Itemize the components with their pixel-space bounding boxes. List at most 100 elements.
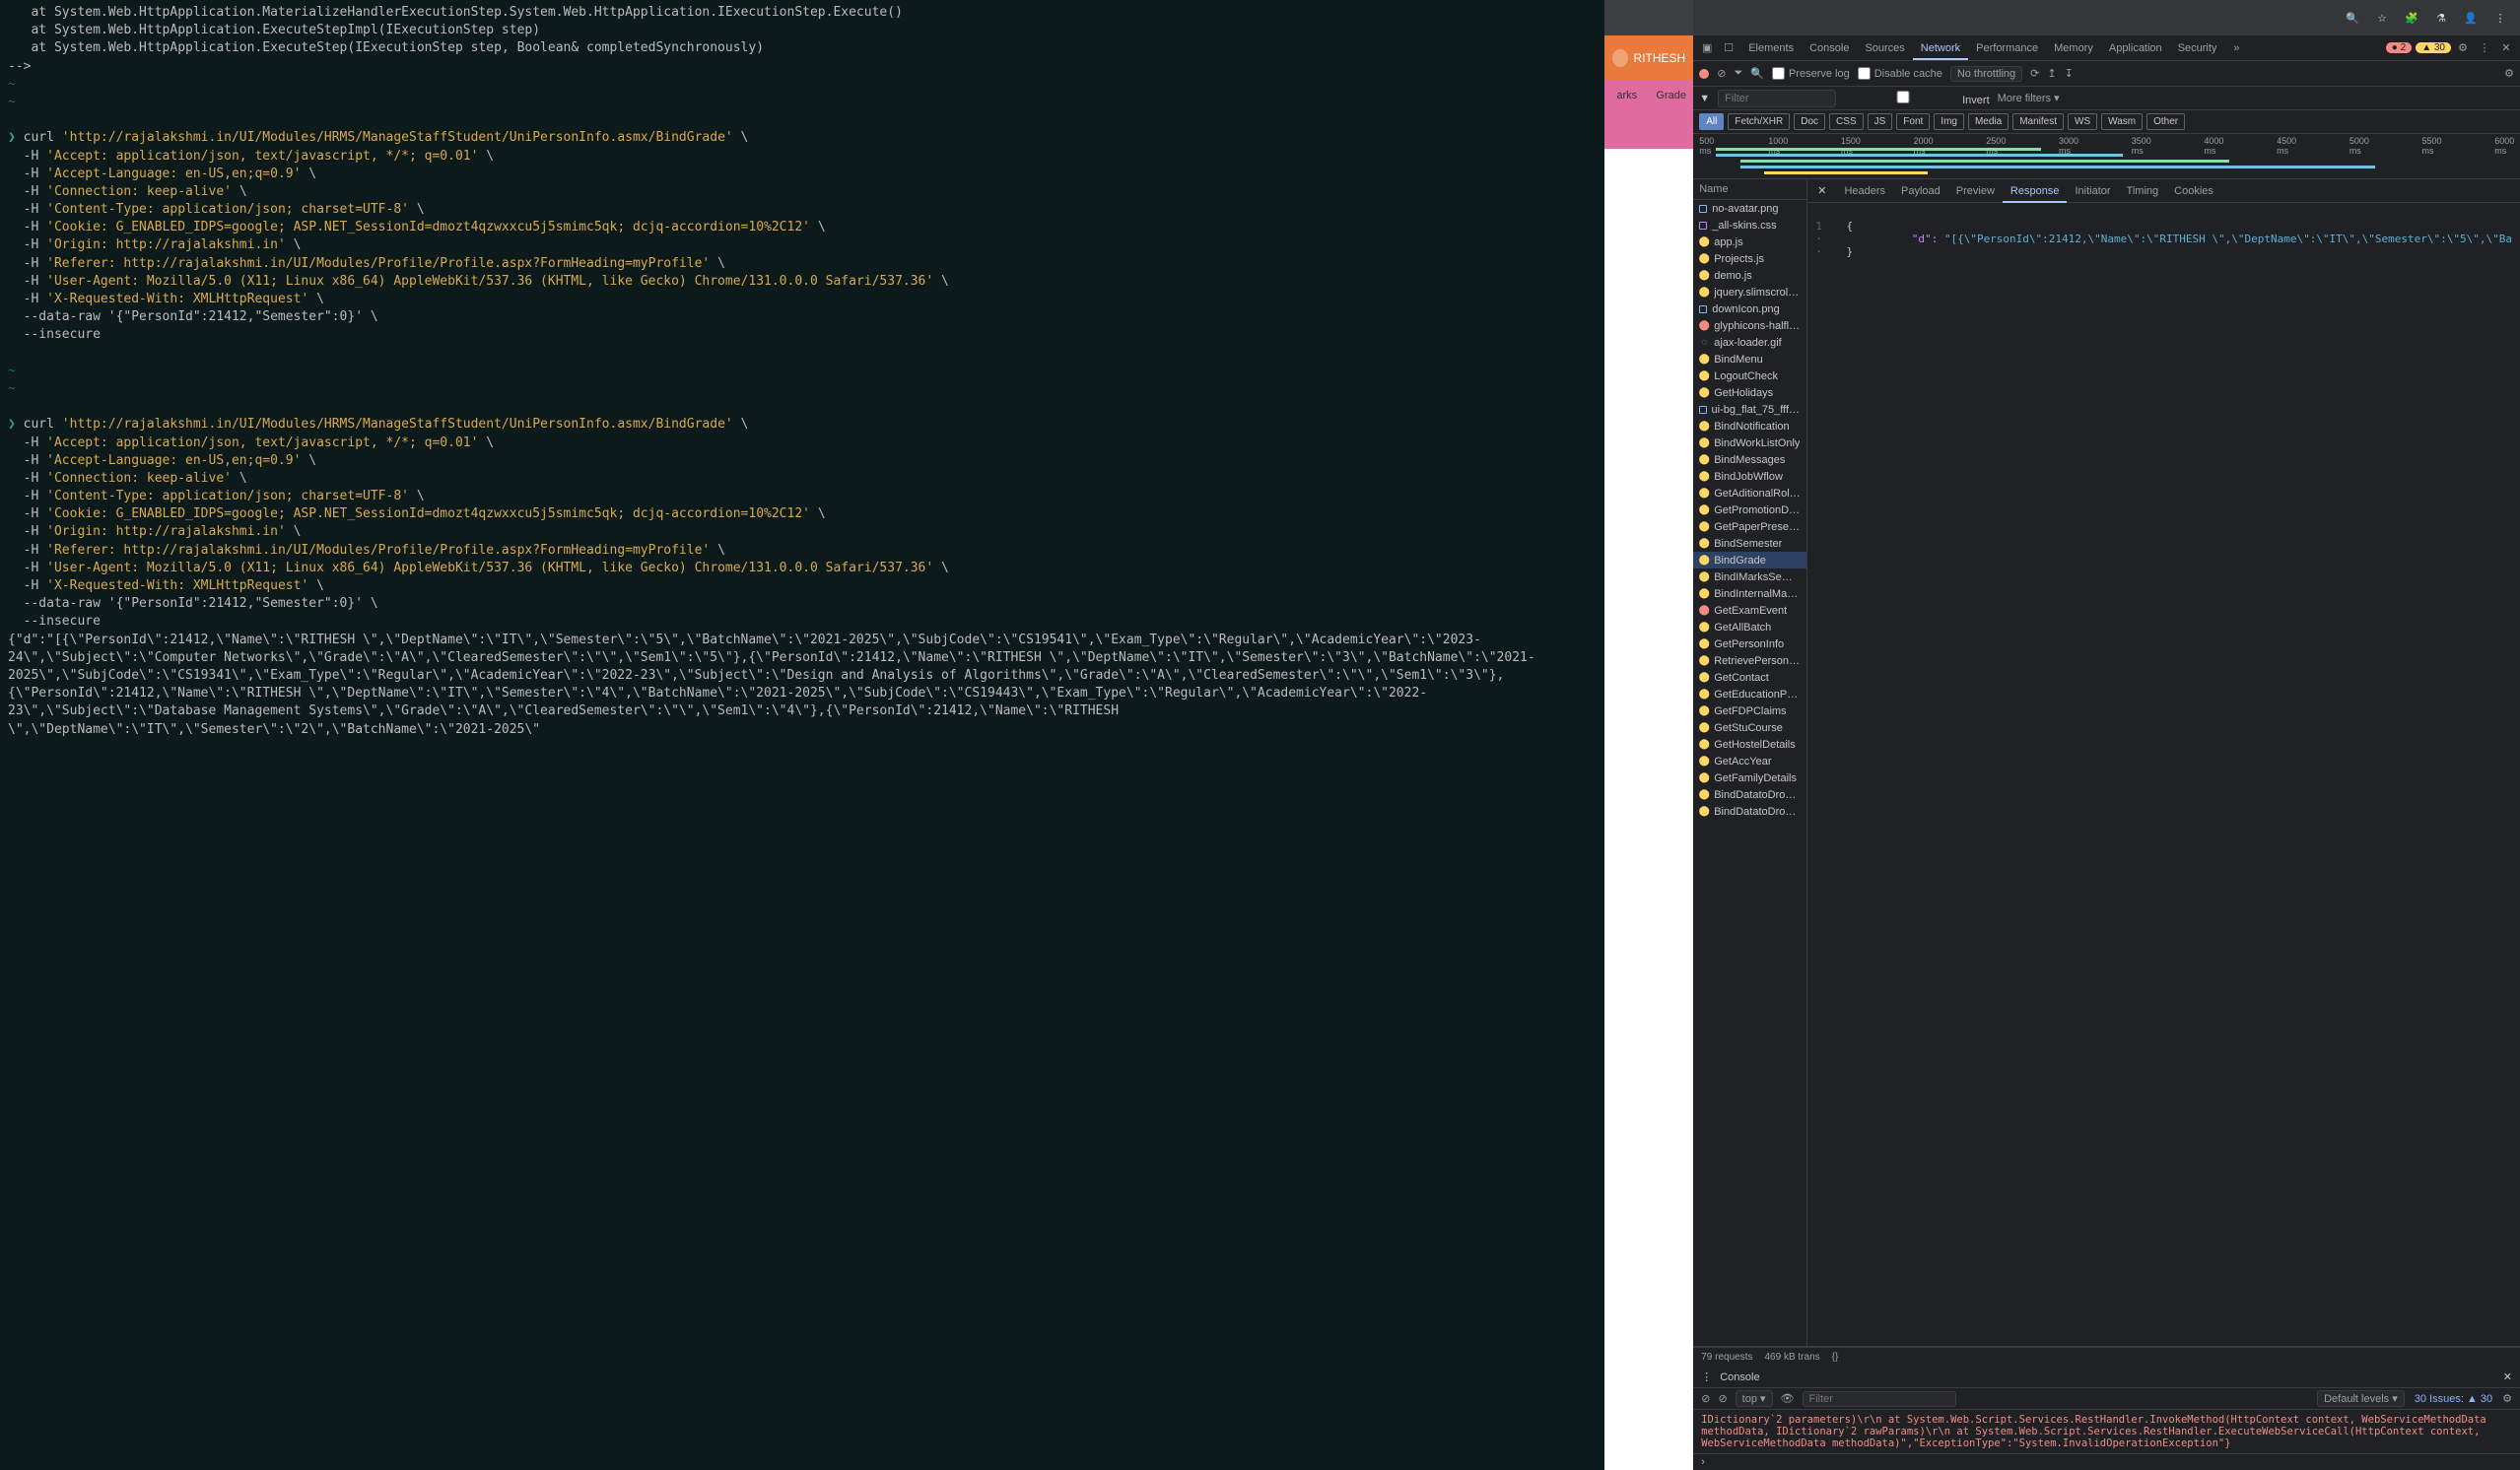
request-row[interactable]: ⬤GetHostelDetails: [1693, 736, 1806, 753]
request-row[interactable]: ⬤Projects.js: [1693, 250, 1806, 267]
upload-icon[interactable]: ↥: [2047, 67, 2056, 80]
tab-performance[interactable]: Performance: [1968, 38, 2046, 58]
console-clear-icon[interactable]: ⊘: [1701, 1392, 1710, 1405]
funnel-icon[interactable]: ▼: [1699, 93, 1710, 104]
page-tabs[interactable]: arks Grade: [1604, 80, 1693, 149]
filter-chip-css[interactable]: CSS: [1829, 113, 1864, 130]
device-icon[interactable]: ☐: [1719, 41, 1738, 54]
filter-chip-ws[interactable]: WS: [2068, 113, 2097, 130]
eye-icon[interactable]: 👁: [1781, 1392, 1795, 1405]
request-row[interactable]: ⬤GetStuCourse: [1693, 719, 1806, 736]
timeline[interactable]: 500 ms1000 ms1500 ms2000 ms2500 ms3000 m…: [1693, 134, 2520, 179]
filter-chip-fetch-xhr[interactable]: Fetch/XHR: [1728, 113, 1790, 130]
close-detail-icon[interactable]: ✕: [1811, 184, 1832, 197]
request-row[interactable]: ⬤RetrievePersonPhoto: [1693, 652, 1806, 669]
request-row[interactable]: ⬤BindSemester: [1693, 535, 1806, 552]
filter-chip-all[interactable]: All: [1699, 113, 1724, 130]
labs-icon[interactable]: ⚗: [2433, 10, 2449, 26]
detail-tab-payload[interactable]: Payload: [1893, 181, 1948, 201]
request-row[interactable]: ⬤app.js: [1693, 234, 1806, 250]
tab-application[interactable]: Application: [2101, 38, 2170, 58]
filter-icon[interactable]: ⏷: [1734, 67, 1742, 80]
request-row[interactable]: ui-bg_flat_75_ffffff_...: [1693, 401, 1806, 418]
request-row[interactable]: ⬤BindJobWflow: [1693, 468, 1806, 485]
filter-chip-media[interactable]: Media: [1968, 113, 2009, 130]
detail-tab-headers[interactable]: Headers: [1836, 181, 1893, 201]
terminal-pane[interactable]: at System.Web.HttpApplication.Materializ…: [0, 0, 1604, 1470]
more-filters[interactable]: More filters ▾: [1998, 92, 2060, 104]
request-row[interactable]: ⬤BindDatatoDropdown: [1693, 786, 1806, 803]
request-row[interactable]: ⬤LogoutCheck: [1693, 368, 1806, 384]
clear-icon[interactable]: ⊘: [1717, 67, 1726, 80]
kebab-icon[interactable]: ⋮: [2475, 41, 2494, 54]
filter-input[interactable]: [1718, 90, 1836, 107]
request-row[interactable]: ⬤BindGrade: [1693, 552, 1806, 568]
console-scope-select[interactable]: top ▾: [1736, 1390, 1773, 1407]
error-badge[interactable]: ● 2: [2386, 42, 2412, 53]
request-row[interactable]: ⬤GetHolidays: [1693, 384, 1806, 401]
issues-link[interactable]: 30 Issues: ▲ 30: [2415, 1393, 2492, 1405]
inspect-icon[interactable]: ▣: [1697, 41, 1717, 54]
request-row[interactable]: ⬤BindDatatoDropdown: [1693, 803, 1806, 820]
request-row[interactable]: _all-skins.css: [1693, 217, 1806, 234]
request-row[interactable]: ⬤GetPromotionDetail: [1693, 501, 1806, 518]
filter-chip-img[interactable]: Img: [1934, 113, 1964, 130]
request-row[interactable]: ⬤GetPersonInfo: [1693, 635, 1806, 652]
more-tabs-icon[interactable]: »: [2226, 42, 2246, 54]
request-row[interactable]: ⬤GetAditionalRoleDe...: [1693, 485, 1806, 501]
request-row[interactable]: ⬤demo.js: [1693, 267, 1806, 284]
request-row[interactable]: ⬤BindNotification: [1693, 418, 1806, 434]
search-icon[interactable]: 🔍: [2345, 10, 2360, 26]
request-row[interactable]: ◌ajax-loader.gif: [1693, 334, 1806, 351]
request-row[interactable]: ⬤BindMenu: [1693, 351, 1806, 368]
console-output[interactable]: IDictionary`2 parameters)\r\n at System.…: [1693, 1410, 2520, 1453]
name-column-header[interactable]: Name: [1693, 179, 1806, 200]
request-row[interactable]: ⬤GetExamEvent: [1693, 602, 1806, 619]
detail-tab-response[interactable]: Response: [2003, 181, 2068, 203]
detail-tab-timing[interactable]: Timing: [2119, 181, 2167, 201]
wifi-icon[interactable]: ⟳: [2030, 67, 2039, 80]
console-prompt[interactable]: ›: [1693, 1453, 2520, 1470]
download-icon[interactable]: ↧: [2065, 67, 2074, 80]
request-row[interactable]: ⬤BindWorkListOnly: [1693, 434, 1806, 451]
record-icon[interactable]: [1699, 69, 1709, 79]
warn-badge[interactable]: ▲ 30: [2416, 42, 2451, 53]
request-row[interactable]: ⬤GetAccYear: [1693, 753, 1806, 769]
filter-chip-manifest[interactable]: Manifest: [2012, 113, 2064, 130]
tab-marks[interactable]: arks: [1604, 90, 1649, 101]
request-row[interactable]: downIcon.png: [1693, 301, 1806, 317]
request-row[interactable]: ⬤jquery.slimscroll.mi...: [1693, 284, 1806, 301]
request-row[interactable]: ⬤GetPaperPresentation: [1693, 518, 1806, 535]
tab-security[interactable]: Security: [2170, 38, 2225, 58]
console-filter-input[interactable]: [1803, 1391, 1956, 1407]
throttling-select[interactable]: No throttling: [1950, 66, 2022, 82]
tab-elements[interactable]: Elements: [1740, 38, 1802, 58]
request-list[interactable]: Name no-avatar.png_all-skins.css⬤app.js⬤…: [1693, 179, 1807, 1346]
detail-tab-cookies[interactable]: Cookies: [2166, 181, 2221, 201]
request-row[interactable]: ⬤BindMessages: [1693, 451, 1806, 468]
filter-chip-font[interactable]: Font: [1896, 113, 1930, 130]
console-stop-icon[interactable]: ⊘: [1718, 1392, 1727, 1405]
braces-icon[interactable]: {}: [1832, 1352, 1839, 1363]
tab-grade[interactable]: Grade: [1649, 90, 1693, 101]
close-icon[interactable]: ✕: [2496, 41, 2516, 54]
disable-cache-checkbox[interactable]: Disable cache: [1858, 67, 1942, 80]
console-settings-icon[interactable]: ⚙: [2502, 1392, 2512, 1405]
request-row[interactable]: ⬤GetEducationProfile: [1693, 686, 1806, 702]
menu-icon[interactable]: ⋮: [2492, 10, 2508, 26]
network-settings-icon[interactable]: ⚙: [2504, 67, 2514, 80]
detail-tab-preview[interactable]: Preview: [1948, 181, 2003, 201]
request-row[interactable]: ⬤GetFDPClaims: [1693, 702, 1806, 719]
levels-select[interactable]: Default levels ▾: [2317, 1390, 2405, 1407]
filter-chip-other[interactable]: Other: [2146, 113, 2185, 130]
console-kebab-icon[interactable]: ⋮: [1701, 1370, 1712, 1383]
search-icon[interactable]: 🔍: [1750, 67, 1764, 80]
star-icon[interactable]: ☆: [2374, 10, 2390, 26]
request-row[interactable]: ⬤GetAllBatch: [1693, 619, 1806, 635]
console-close-icon[interactable]: ✕: [2503, 1370, 2512, 1383]
request-row[interactable]: no-avatar.png: [1693, 200, 1806, 217]
response-body[interactable]: 1 { · "d": "[{\"PersonId\":21412,\"Name\…: [1807, 203, 2520, 1346]
tab-sources[interactable]: Sources: [1857, 38, 1912, 58]
detail-tab-initiator[interactable]: Initiator: [2067, 181, 2118, 201]
request-row[interactable]: ⬤glyphicons-halfling...: [1693, 317, 1806, 334]
